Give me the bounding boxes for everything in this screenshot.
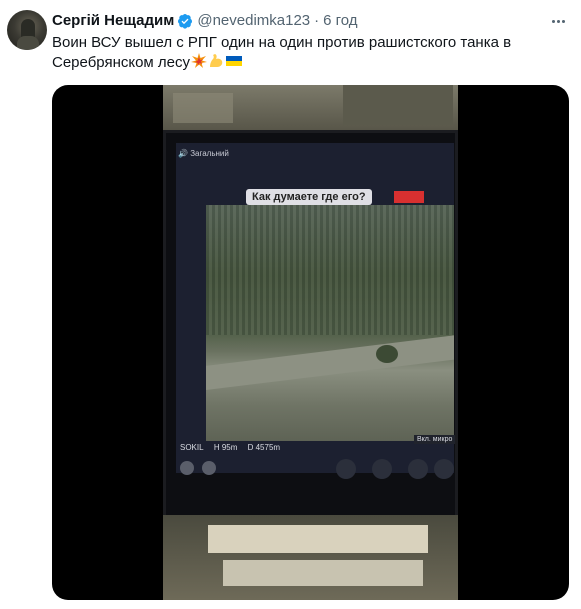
desk-foreground <box>163 515 458 600</box>
verified-badge-icon <box>178 14 193 29</box>
author-name[interactable]: Сергій Нещадим <box>52 11 174 31</box>
screen-ctrl-2 <box>372 459 392 479</box>
video-frame: 🔊 Загальний Как думаете где его? SOKIL H… <box>163 85 458 600</box>
hud-readout: SOKIL H 95m D 4575m <box>180 443 288 452</box>
tweet-text-line1: Воин ВСУ вышел с РПГ один на один против… <box>52 34 512 51</box>
screen-ctrl-4 <box>434 459 454 479</box>
monitor: 🔊 Загальний Как думаете где его? SOKIL H… <box>163 130 458 541</box>
hud-distance: D 4575m <box>247 443 281 452</box>
screen-ctrl-3 <box>408 459 428 479</box>
tweet-timestamp[interactable]: 6 год <box>323 11 357 31</box>
monitor-screen: 🔊 Загальний Как думаете где его? SOKIL H… <box>176 143 456 479</box>
screen-ctrl-1 <box>336 459 356 479</box>
author-handle[interactable]: @nevedimka123 <box>197 11 310 31</box>
more-options-icon[interactable] <box>548 11 568 31</box>
screen-icon-2 <box>202 461 216 475</box>
hud-callsign: SOKIL <box>180 443 204 452</box>
ukraine-flag-icon <box>226 56 243 66</box>
video-player[interactable]: 🔊 Загальний Как думаете где его? SOKIL H… <box>52 85 569 600</box>
tweet-card[interactable]: Сергій Нещадим @nevedimka123 · 6 год Вои… <box>0 0 581 609</box>
mic-tooltip: Вкл. микро <box>414 435 456 444</box>
tweet-text: Воин ВСУ вышел с РПГ один на один против… <box>52 33 562 73</box>
author-avatar[interactable] <box>7 10 47 50</box>
flexed-biceps-icon <box>210 54 223 67</box>
collision-icon <box>191 53 208 68</box>
channel-label: 🔊 Загальний <box>178 149 229 158</box>
hud-height: H 95m <box>213 443 238 452</box>
drone-feed <box>206 205 454 441</box>
separator-dot: · <box>314 12 320 29</box>
avatar-shoulders <box>17 36 39 50</box>
screen-icon-1 <box>180 461 194 475</box>
overlay-caption: Как думаете где его? <box>246 189 372 205</box>
tweet-text-line2: Серебрянском лесу <box>52 54 191 71</box>
tweet-header: Сергій Нещадим @nevedimka123 · 6 год <box>52 11 358 31</box>
red-tag <box>394 191 424 203</box>
